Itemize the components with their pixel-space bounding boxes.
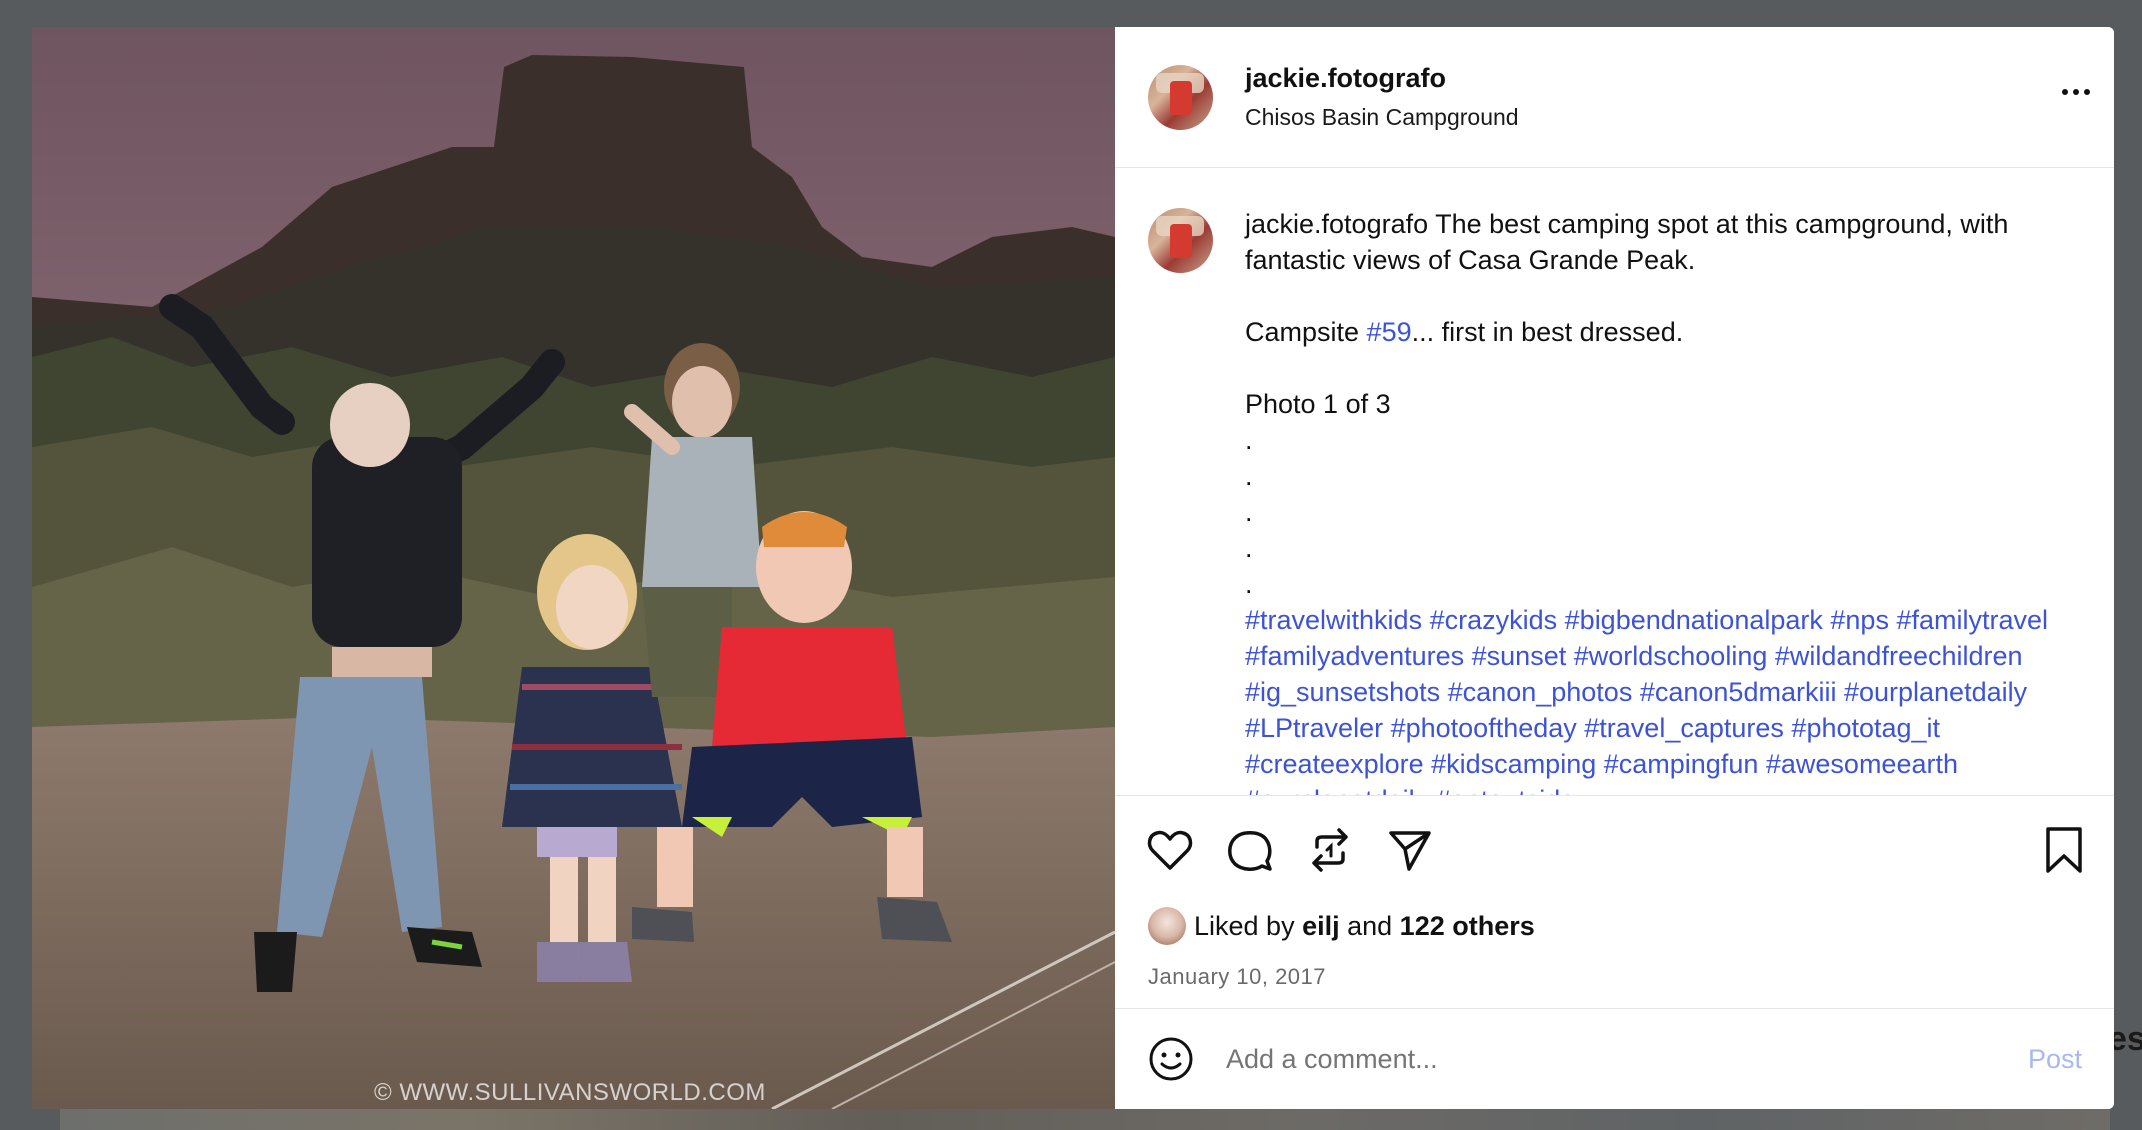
comment-bar: Post [1115,1008,2114,1109]
more-dot [2073,89,2079,95]
comment-input[interactable] [1226,1043,1986,1075]
hashtag-link[interactable]: #phototag_it [1791,713,1940,743]
caption-line-3: Photo 1 of 3 [1245,389,1391,419]
photo-watermark: © WWW.SULLIVANSWORLD.COM [374,1079,766,1106]
likes-count[interactable]: 122 others [1400,911,1535,941]
hashtag-link[interactable]: #LPtraveler [1245,713,1383,743]
liker-avatar[interactable] [1148,907,1186,945]
action-bar [1115,796,2114,904]
hashtag-link[interactable]: #photooftheday [1391,713,1577,743]
caption-username[interactable]: jackie.fotografo [1245,209,1428,239]
caption-line-1: jackie.fotografo The best camping spot a… [1245,206,2075,278]
caption-dot: . [1245,425,1253,455]
hashtag-link[interactable]: #bigbendnationalpark [1565,605,1823,635]
post-photo[interactable]: © WWW.SULLIVANSWORLD.COM [32,27,1115,1109]
likes-middle: and [1339,910,1400,941]
bookmark-icon[interactable] [2042,825,2086,875]
hashtag-link[interactable]: #optoutside [1436,785,1576,795]
repost-icon[interactable] [1305,825,1355,875]
photo-illustration [32,27,1115,1109]
hashtag-link[interactable]: #sunset [1472,641,1567,671]
post-header: jackie.fotografo Chisos Basin Campground [1115,27,2114,168]
heart-icon[interactable] [1145,825,1195,875]
hashtag-list: #travelwithkids #crazykids #bigbendnatio… [1245,602,2065,795]
hashtag-link[interactable]: #ourplanetdaily [1844,677,2027,707]
post-location[interactable]: Chisos Basin Campground [1245,104,1519,131]
emoji-icon[interactable] [1148,1036,1194,1082]
hashtag-link[interactable]: #canon5dmarkiii [1640,677,1837,707]
hashtag-link[interactable]: #ourplanetdaily [1245,785,1428,795]
hashtag-link[interactable]: #campingfun [1604,749,1759,779]
hashtag-link[interactable]: #wildandfreechildren [1775,641,2023,671]
hashtag-link[interactable]: #createexplore [1245,749,1424,779]
caption-dot: . [1245,569,1253,599]
hashtag-link[interactable]: #nps [1830,605,1889,635]
hashtag-link[interactable]: #awesomeearth [1766,749,1958,779]
hashtag-link[interactable]: #travelwithkids [1245,605,1422,635]
more-options-icon[interactable] [2062,89,2090,95]
hashtag-link[interactable]: #kidscamping [1431,749,1596,779]
caption-campsite: Campsite [1245,317,1367,347]
post-modal: © WWW.SULLIVANSWORLD.COM jackie.fotograf… [32,27,2114,1109]
hashtag-link[interactable]: #59 [1367,317,1412,347]
author-avatar[interactable] [1148,64,1213,130]
liker-username[interactable]: eilj [1302,911,1340,941]
caption-line-2: Campsite #59... first in best dressed. [1245,314,2075,350]
post-button[interactable]: Post [2028,1044,2082,1075]
hashtag-link[interactable]: #crazykids [1430,605,1558,635]
caption-dot: . [1245,533,1253,563]
hashtag-link[interactable]: #familyadventures [1245,641,1464,671]
header-text: jackie.fotografo Chisos Basin Campground [1245,63,1519,131]
post-side-panel: jackie.fotografo Chisos Basin Campground… [1115,27,2114,1109]
likes-prefix: Liked by [1194,910,1303,941]
hashtag-link[interactable]: #travel_captures [1584,713,1784,743]
hashtag-link[interactable]: #ig_sunsetshots [1245,677,1440,707]
likes-row: Liked by eilj and 122 others [1115,904,2114,948]
hashtag-link[interactable]: #worldschooling [1574,641,1768,671]
caption-author-avatar[interactable] [1148,208,1213,273]
comment-icon[interactable] [1225,825,1275,875]
caption-dressed: ... first in best dressed. [1411,317,1684,347]
more-dot [2062,89,2068,95]
hashtag-link[interactable]: #canon_photos [1448,677,1633,707]
caption-area[interactable]: jackie.fotografo The best camping spot a… [1115,168,2114,796]
likes-text[interactable]: Liked by eilj and 122 others [1194,911,1535,942]
author-username[interactable]: jackie.fotografo [1245,63,1519,94]
caption-dot: . [1245,461,1253,491]
caption-text: jackie.fotografo The best camping spot a… [1245,206,2075,795]
hashtag-link[interactable]: #familytravel [1896,605,2048,635]
post-date[interactable]: January 10, 2017 [1115,964,2114,990]
share-icon[interactable] [1385,825,1435,875]
more-dot [2084,89,2090,95]
caption-dot: . [1245,497,1253,527]
